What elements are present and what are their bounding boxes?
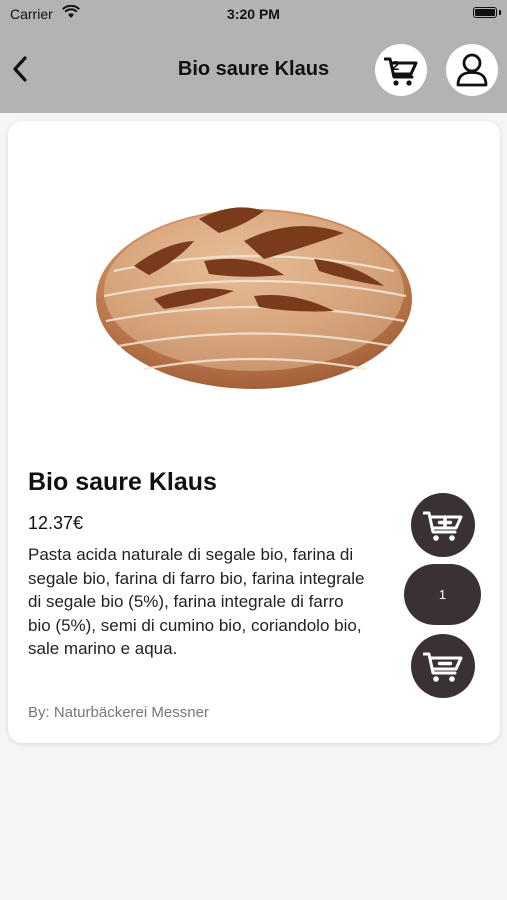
user-icon bbox=[456, 53, 488, 87]
status-bar: Carrier 3:20 PM bbox=[0, 0, 507, 28]
quantity-display: 1 bbox=[404, 564, 481, 625]
product-image bbox=[96, 207, 412, 389]
battery-tip bbox=[499, 10, 501, 15]
cart-button[interactable]: 2 bbox=[375, 44, 427, 96]
product-card: Bio saure Klaus 12.37€ Pasta acida natur… bbox=[8, 121, 500, 743]
product-producer: By: Naturbäckerei Messner bbox=[28, 704, 209, 721]
product-price: 12.37€ bbox=[28, 513, 84, 533]
product-description: Pasta acida naturale di segale bio, fari… bbox=[28, 545, 365, 658]
add-to-cart-button[interactable] bbox=[411, 493, 475, 557]
profile-button[interactable] bbox=[446, 44, 498, 96]
cart-minus-icon bbox=[423, 652, 463, 682]
remove-from-cart-button[interactable] bbox=[411, 634, 475, 698]
cart-plus-icon bbox=[423, 511, 463, 541]
status-time: 3:20 PM bbox=[227, 6, 280, 22]
navigation-bar: Bio saure Klaus 2 bbox=[0, 28, 507, 113]
battery-icon bbox=[473, 7, 497, 18]
cart-count-badge: 2 bbox=[392, 58, 400, 73]
product-name: Bio saure Klaus bbox=[28, 468, 217, 496]
cart-icon bbox=[384, 57, 418, 86]
page-title: Bio saure Klaus bbox=[177, 58, 330, 80]
